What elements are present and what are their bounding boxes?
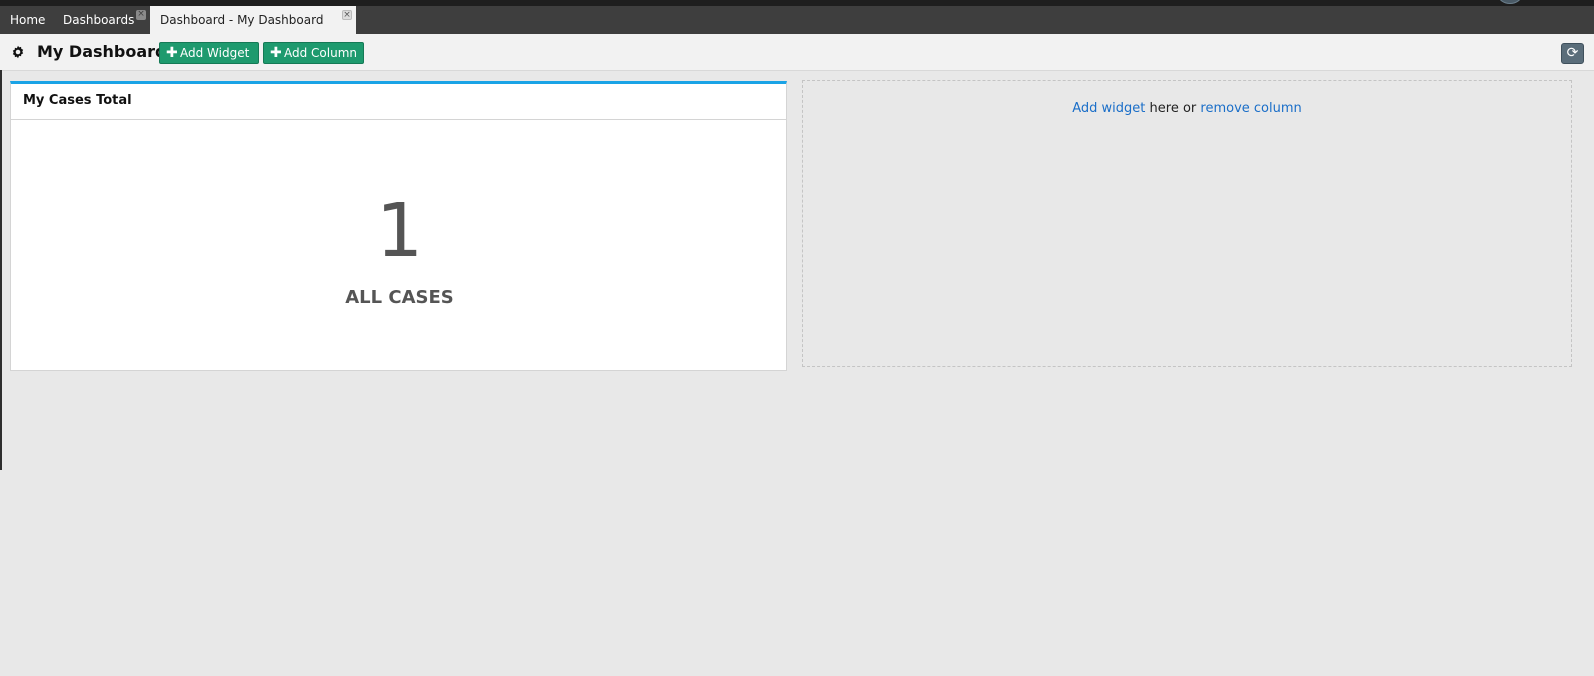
tab-my-dashboard-close-icon[interactable]: × — [342, 10, 352, 20]
add-widget-button[interactable]: ✚ Add Widget — [159, 42, 259, 64]
tab-home-label: Home — [10, 13, 46, 27]
tab-my-dashboard[interactable]: Dashboard - My Dashboard — [150, 6, 356, 34]
left-edge-divider — [0, 70, 2, 470]
remove-column-link[interactable]: remove column — [1200, 101, 1301, 116]
gear-icon[interactable] — [11, 45, 25, 59]
add-widget-label: Add Widget — [180, 46, 250, 60]
page-title: My Dashboard — [37, 42, 167, 61]
user-avatar[interactable] — [1498, 0, 1522, 4]
empty-column: Add widget here or remove column — [802, 80, 1572, 367]
add-column-label: Add Column — [284, 46, 358, 60]
widget-count-caption: ALL CASES — [345, 287, 454, 308]
widget-count-value: 1 — [375, 188, 424, 274]
tab-dashboards-close-icon[interactable]: × — [136, 10, 146, 20]
tab-bar: Home Dashboards × Dashboard - My Dashboa… — [0, 6, 1594, 34]
add-column-button[interactable]: ✚ Add Column — [263, 42, 364, 64]
tab-dashboards[interactable]: Dashboards — [63, 6, 134, 34]
refresh-button[interactable]: ⟳ — [1561, 43, 1584, 64]
plus-icon: ✚ — [166, 45, 178, 61]
add-widget-link[interactable]: Add widget — [1072, 101, 1145, 116]
tab-my-dashboard-label: Dashboard - My Dashboard — [160, 13, 324, 27]
tab-home[interactable]: Home — [10, 6, 45, 34]
dashboard-toolbar: My Dashboard ✚ Add Widget ✚ Add Column ⟳ — [0, 34, 1594, 71]
widget-title[interactable]: My Cases Total — [11, 84, 786, 120]
tab-dashboards-label: Dashboards — [63, 13, 135, 27]
empty-column-message: Add widget here or remove column — [803, 101, 1571, 116]
empty-column-middle-text: here or — [1145, 101, 1201, 116]
plus-icon: ✚ — [270, 45, 282, 61]
my-cases-total-widget[interactable]: My Cases Total 1 ALL CASES — [10, 81, 787, 371]
refresh-icon: ⟳ — [1566, 45, 1579, 61]
